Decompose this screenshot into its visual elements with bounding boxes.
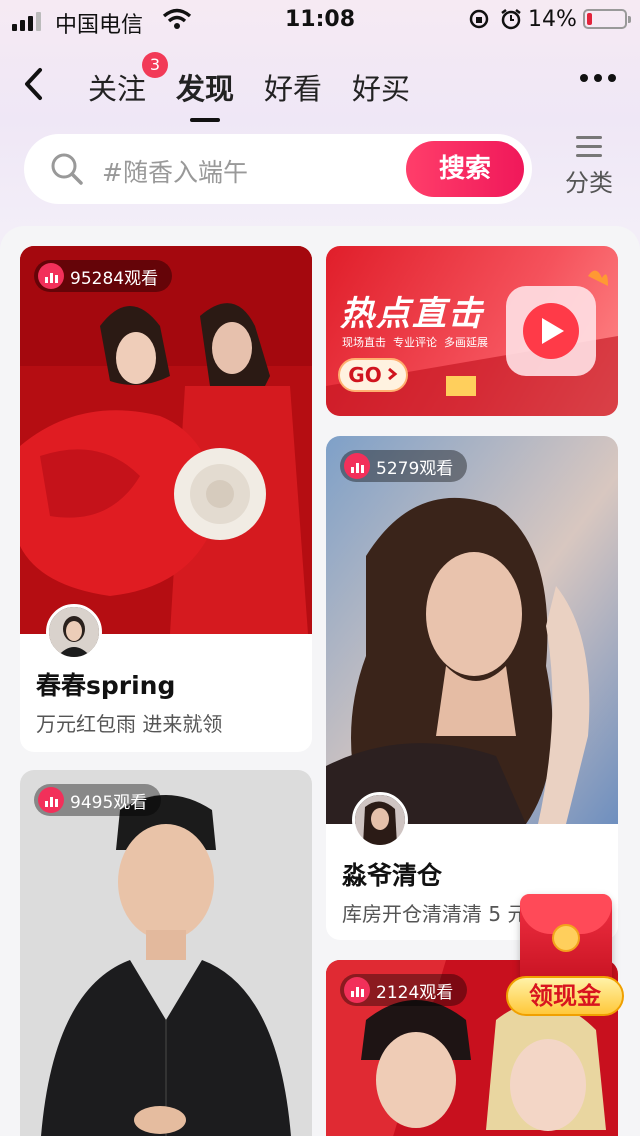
hot-topic-banner[interactable]: 热点直击 现场直击 专业评论 多画延展 GO (326, 246, 618, 416)
view-count: 9495观看 (70, 792, 148, 813)
arrow-right-icon (386, 366, 398, 385)
notification-badge: 3 (142, 52, 169, 78)
card-title: 淼爷清仓 (342, 861, 443, 890)
go-button[interactable]: GO (338, 358, 408, 392)
live-stats-icon (38, 263, 64, 289)
coin-icon (552, 924, 580, 952)
view-count-badge: 9495观看 (34, 784, 162, 816)
card-subtitle: 万元红包雨 进来就领 (36, 712, 223, 736)
tab-bar: 关注 3 发现 好看 好买 (88, 52, 410, 108)
alarm-icon (500, 8, 522, 36)
live-stats-icon (344, 977, 370, 1003)
live-stats-icon (344, 453, 370, 479)
view-count: 5279观看 (376, 458, 454, 479)
cover-image (326, 436, 618, 824)
live-card[interactable]: 9495观看 (20, 770, 312, 1136)
category-button[interactable]: 分类 (560, 136, 618, 198)
live-card[interactable]: 5279观看 淼爷清仓 库房开仓清清清 5 元 (326, 436, 618, 940)
chevron-left-icon (25, 68, 42, 100)
status-bar: 中国电信 11:08 14% (0, 0, 640, 40)
cover-image (20, 246, 312, 634)
tab-good-buy[interactable]: 好买 (352, 66, 410, 108)
battery-icon (583, 9, 631, 29)
live-card[interactable]: 95284观看 春春spring 万元红包雨 进来就领 (20, 246, 312, 752)
search-icon (50, 152, 84, 190)
avatar (46, 604, 102, 660)
view-count: 2124观看 (376, 982, 454, 1003)
search-bar[interactable]: #随香入端午 搜索 (24, 134, 532, 204)
go-label: GO (348, 363, 382, 387)
search-placeholder: #随香入端午 (102, 158, 248, 187)
top-nav: 关注 3 发现 好看 好买 (0, 52, 640, 116)
cover-image (20, 770, 312, 1136)
tab-good-looking[interactable]: 好看 (264, 66, 322, 108)
battery-percent: 14% (528, 7, 577, 32)
menu-icon (576, 136, 602, 157)
card-title: 春春spring (36, 671, 176, 700)
back-button[interactable] (20, 64, 48, 104)
tab-following[interactable]: 关注 3 (88, 52, 169, 108)
red-envelope-button[interactable]: 领现金 (506, 894, 624, 1024)
more-options-button[interactable] (580, 74, 616, 82)
banner-tags: 现场直击 专业评论 多画延展 (342, 336, 488, 349)
view-count-badge: 95284观看 (34, 260, 173, 292)
avatar (352, 792, 408, 848)
tab-label: 关注 (88, 72, 147, 106)
live-stats-icon (38, 787, 64, 813)
tab-discover[interactable]: 发现 (176, 66, 234, 108)
view-count-badge: 2124观看 (340, 974, 468, 1006)
category-label: 分类 (565, 169, 613, 197)
rotation-lock-icon (468, 8, 490, 36)
claim-cash-label: 领现金 (506, 976, 624, 1016)
card-subtitle: 库房开仓清清清 5 元 (342, 902, 528, 926)
banner-title: 热点直击 (340, 294, 484, 334)
view-count-badge: 5279观看 (340, 450, 468, 482)
view-count: 95284观看 (70, 268, 159, 289)
search-button[interactable]: 搜索 (406, 141, 524, 197)
